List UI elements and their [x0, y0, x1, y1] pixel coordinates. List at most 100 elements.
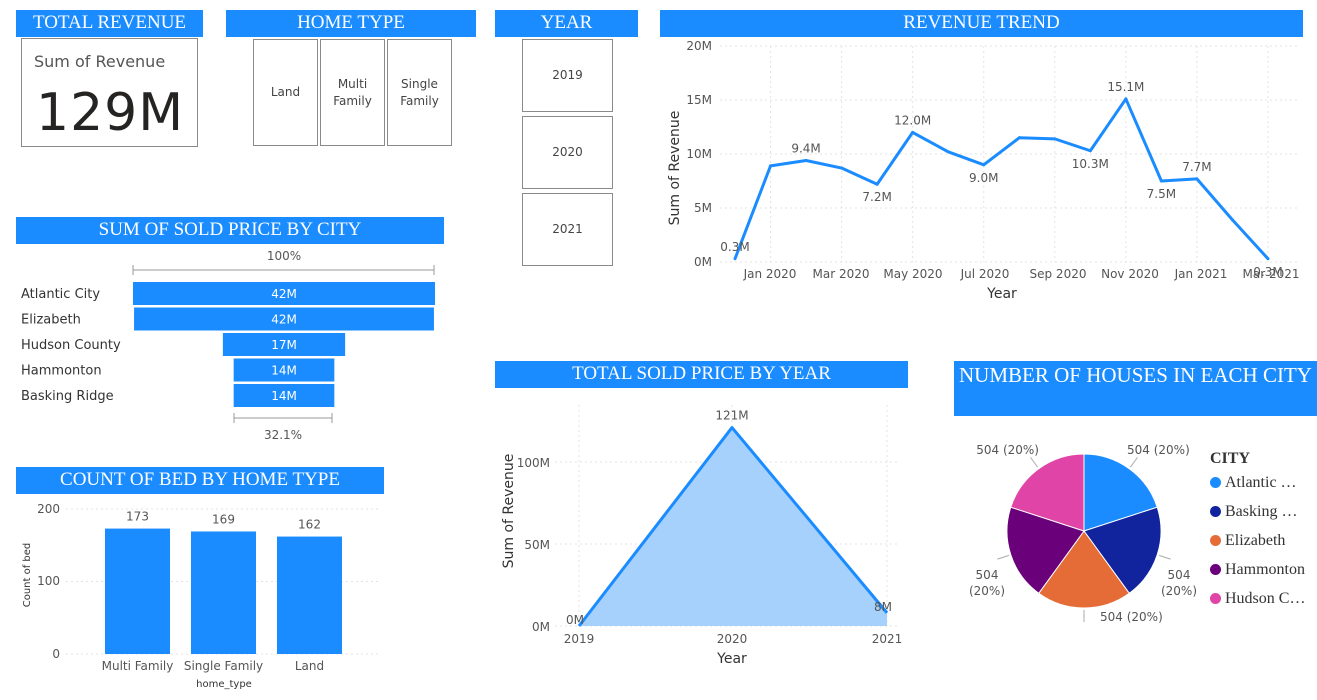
- y-tick: 20M: [686, 39, 712, 53]
- x-tick: May 2020: [883, 267, 942, 281]
- y-axis-title: Sum of Revenue: [667, 111, 683, 226]
- data-point: [769, 164, 773, 168]
- bed-count-chart[interactable]: 200 100 0 Count of bed home_type 173 Mult…: [16, 495, 386, 695]
- sold-price-city-funnel[interactable]: 100% Atlantic City 42M Elizabeth 42M Hudson …: [16, 245, 456, 450]
- data-label: 504: [1168, 568, 1191, 582]
- home-type-header: HOME TYPE: [226, 10, 476, 37]
- funnel-value-label: 42M: [271, 287, 297, 301]
- legend-item-atlantic-city[interactable]: Atlantic …: [1210, 474, 1297, 492]
- data-label: 9.4M: [791, 141, 820, 155]
- data-point: [946, 150, 950, 154]
- data-point: [1088, 149, 1092, 153]
- x-axis-title: home_type: [196, 679, 252, 690]
- x-tick: Land: [295, 659, 324, 673]
- x-tick: Single Family: [184, 659, 263, 673]
- sold-by-year-chart[interactable]: 100M 50M 0M Sum of Revenue Year 2019 0M 20…: [495, 395, 915, 695]
- home-type-option-multi-family[interactable]: Multi Family: [320, 39, 385, 146]
- data-label: 504 (20%): [976, 443, 1039, 457]
- data-point: [1124, 97, 1128, 101]
- data-label: 504 (20%): [1100, 610, 1163, 624]
- year-header: YEAR: [495, 10, 638, 37]
- funnel-value-label: 17M: [271, 338, 297, 352]
- sold-by-year-header: TOTAL SOLD PRICE BY YEAR: [495, 361, 908, 388]
- x-tick: 2019: [564, 632, 595, 646]
- houses-city-pie[interactable]: 504 (20%) 504 (20%) 504 (20%) 504 (20%) 504 (2…: [954, 425, 1214, 645]
- year-option-2021[interactable]: 2021: [522, 193, 613, 266]
- funnel-category-label: Atlantic City: [21, 287, 100, 302]
- y-tick: 50M: [524, 538, 550, 552]
- data-label: 8M: [874, 600, 892, 614]
- year-option-2020[interactable]: 2020: [522, 116, 613, 189]
- data-label: 9.0M: [969, 171, 998, 185]
- funnel-category-label: Elizabeth: [21, 313, 81, 328]
- y-tick: 100: [37, 574, 60, 588]
- card-label: Sum of Revenue: [34, 52, 166, 71]
- bed-count-header: COUNT OF BED BY HOME TYPE: [16, 467, 384, 494]
- data-point: [1017, 136, 1021, 140]
- bar: [105, 528, 170, 654]
- x-tick: Nov 2020: [1101, 267, 1159, 281]
- leader-line: [1130, 457, 1138, 468]
- y-tick: 5M: [694, 201, 712, 215]
- funnel-category-label: Hammonton: [21, 364, 102, 379]
- data-label: (20%): [969, 584, 1005, 598]
- legend-item-elizabeth[interactable]: Elizabeth: [1210, 532, 1285, 550]
- x-tick: Mar 2020: [813, 267, 870, 281]
- leader-line: [997, 554, 1010, 560]
- bar-value-label: 173: [126, 510, 149, 524]
- funnel-category-label: Basking Ridge: [21, 389, 114, 404]
- data-label: 7.5M: [1147, 187, 1176, 201]
- x-axis-title: Year: [986, 286, 1017, 302]
- legend-item-hudson-county[interactable]: Hudson C…: [1210, 590, 1305, 608]
- x-tick: Sep 2020: [1030, 267, 1087, 281]
- bar: [191, 531, 256, 654]
- data-point: [982, 163, 986, 167]
- bar-value-label: 169: [212, 512, 235, 526]
- pie-legend-title: CITY: [1210, 450, 1251, 467]
- funnel-category-label: Hudson County: [21, 338, 121, 353]
- legend-label: Hammonton: [1225, 561, 1305, 578]
- funnel-value-label: 14M: [271, 364, 297, 378]
- leader-line: [1030, 457, 1038, 468]
- x-tick: Jan 2021: [1174, 267, 1228, 281]
- legend-label: Atlantic …: [1225, 474, 1297, 491]
- y-axis-title: Sum of Revenue: [501, 454, 517, 569]
- data-point: [733, 257, 737, 261]
- data-point: [804, 158, 808, 162]
- data-point: [1195, 177, 1199, 181]
- legend-label: Basking …: [1225, 503, 1298, 520]
- year-option-2019[interactable]: 2019: [522, 39, 613, 112]
- data-label: 504 (20%): [1127, 443, 1190, 457]
- data-label: 0.3M: [720, 240, 749, 254]
- home-type-option-land[interactable]: Land: [253, 39, 318, 146]
- funnel-bottom-percent: 32.1%: [264, 428, 302, 442]
- bar: [277, 536, 342, 654]
- x-tick: Jul 2020: [960, 267, 1010, 281]
- x-tick: 2020: [717, 632, 748, 646]
- revenue-trend-chart[interactable]: 20M 15M 10M 5M 0M Jan 2020 Mar 2020 May …: [660, 38, 1317, 308]
- y-tick: 15M: [686, 93, 712, 107]
- sold-price-city-header: SUM OF SOLD PRICE BY CITY: [16, 217, 444, 244]
- legend-dot: [1210, 506, 1221, 517]
- y-tick: 200: [37, 502, 60, 516]
- legend-item-basking-ridge[interactable]: Basking …: [1210, 503, 1297, 521]
- houses-city-header: NUMBER OF HOUSES IN EACH CITY: [954, 361, 1317, 416]
- legend-dot: [1210, 477, 1221, 488]
- funnel-top-percent: 100%: [267, 249, 301, 263]
- leader-line: [1158, 554, 1171, 560]
- data-label: 504: [976, 568, 999, 582]
- legend-item-hammonton[interactable]: Hammonton: [1210, 561, 1305, 579]
- data-label: 121M: [715, 409, 748, 423]
- y-axis-title: Count of bed: [22, 543, 33, 608]
- data-label: 15.1M: [1107, 80, 1144, 94]
- bar-value-label: 162: [298, 518, 321, 532]
- revenue-trend-header: REVENUE TREND: [660, 10, 1303, 37]
- home-type-option-single-family[interactable]: Single Family: [387, 39, 452, 146]
- data-point: [840, 166, 844, 170]
- data-label: 10.3M: [1072, 157, 1109, 171]
- data-label: (20%): [1161, 584, 1197, 598]
- x-tick: Multi Family: [102, 659, 174, 673]
- funnel-value-label: 14M: [271, 389, 297, 403]
- x-tick: Jan 2020: [743, 267, 797, 281]
- data-point: [911, 130, 915, 134]
